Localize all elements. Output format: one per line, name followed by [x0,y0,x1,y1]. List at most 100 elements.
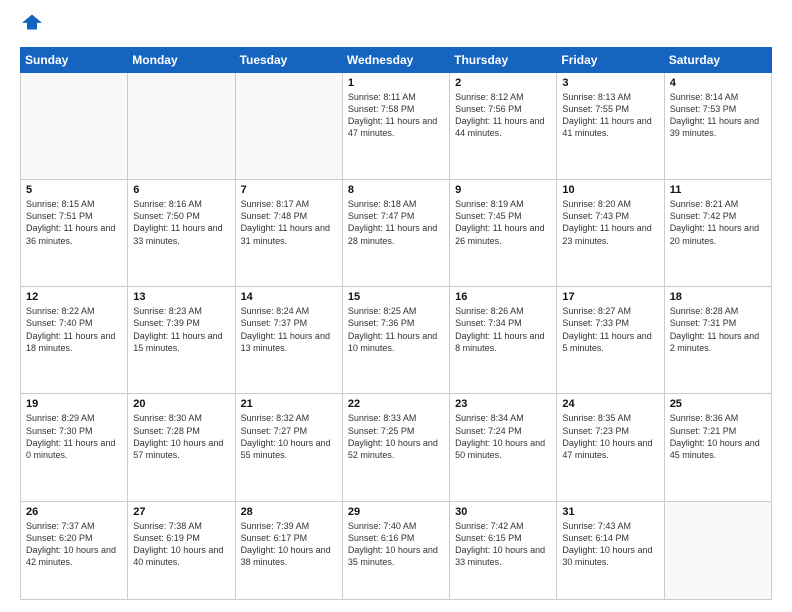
calendar-week-row: 12 Sunrise: 8:22 AMSunset: 7:40 PMDayligh… [21,287,772,394]
weekday-header-saturday: Saturday [664,48,771,73]
day-number: 9 [455,184,551,196]
day-info: Sunrise: 8:26 AMSunset: 7:34 PMDaylight:… [455,305,551,354]
weekday-header-friday: Friday [557,48,664,73]
day-cell-1: 1 Sunrise: 8:11 AMSunset: 7:58 PMDaylight… [342,73,449,180]
day-info: Sunrise: 7:39 AMSunset: 6:17 PMDaylight:… [241,520,337,569]
day-number: 31 [562,506,658,518]
empty-day-cell [664,501,771,599]
day-number: 19 [26,398,122,410]
day-info: Sunrise: 8:27 AMSunset: 7:33 PMDaylight:… [562,305,658,354]
day-info: Sunrise: 8:20 AMSunset: 7:43 PMDaylight:… [562,198,658,247]
day-number: 16 [455,291,551,303]
day-number: 10 [562,184,658,196]
page: SundayMondayTuesdayWednesdayThursdayFrid… [0,0,792,612]
day-number: 1 [348,77,444,89]
day-number: 14 [241,291,337,303]
header [20,16,772,37]
weekday-header-wednesday: Wednesday [342,48,449,73]
day-number: 27 [133,506,229,518]
day-number: 8 [348,184,444,196]
day-cell-15: 15 Sunrise: 8:25 AMSunset: 7:36 PMDayligh… [342,287,449,394]
day-info: Sunrise: 7:42 AMSunset: 6:15 PMDaylight:… [455,520,551,569]
weekday-header-tuesday: Tuesday [235,48,342,73]
day-cell-25: 25 Sunrise: 8:36 AMSunset: 7:21 PMDayligh… [664,394,771,501]
day-cell-5: 5Sunrise: 8:15 AMSunset: 7:51 PMDaylight… [21,180,128,287]
day-cell-7: 7 Sunrise: 8:17 AMSunset: 7:48 PMDaylight… [235,180,342,287]
weekday-header-monday: Monday [128,48,235,73]
day-cell-10: 10 Sunrise: 8:20 AMSunset: 7:43 PMDayligh… [557,180,664,287]
day-number: 18 [670,291,766,303]
logo-icon [22,12,42,32]
day-info: Sunrise: 8:34 AMSunset: 7:24 PMDaylight:… [455,412,551,461]
day-info: Sunrise: 8:12 AMSunset: 7:56 PMDaylight:… [455,91,551,140]
day-info: Sunrise: 8:35 AMSunset: 7:23 PMDaylight:… [562,412,658,461]
day-number: 28 [241,506,337,518]
day-number: 26 [26,506,122,518]
day-cell-29: 29Sunrise: 7:40 AMSunset: 6:16 PMDayligh… [342,501,449,599]
day-info: Sunrise: 7:37 AMSunset: 6:20 PMDaylight:… [26,520,122,569]
empty-day-cell [128,73,235,180]
day-info: Sunrise: 8:22 AMSunset: 7:40 PMDaylight:… [26,305,122,354]
calendar-week-row: 26 Sunrise: 7:37 AMSunset: 6:20 PMDayligh… [21,501,772,599]
day-cell-3: 3Sunrise: 8:13 AMSunset: 7:55 PMDaylight… [557,73,664,180]
day-cell-20: 20 Sunrise: 8:30 AMSunset: 7:28 PMDayligh… [128,394,235,501]
day-info: Sunrise: 8:19 AMSunset: 7:45 PMDaylight:… [455,198,551,247]
day-number: 24 [562,398,658,410]
day-cell-11: 11Sunrise: 8:21 AMSunset: 7:42 PMDayligh… [664,180,771,287]
day-number: 21 [241,398,337,410]
day-number: 6 [133,184,229,196]
day-number: 25 [670,398,766,410]
day-cell-23: 23 Sunrise: 8:34 AMSunset: 7:24 PMDayligh… [450,394,557,501]
day-cell-26: 26 Sunrise: 7:37 AMSunset: 6:20 PMDayligh… [21,501,128,599]
day-number: 2 [455,77,551,89]
day-cell-22: 22Sunrise: 8:33 AMSunset: 7:25 PMDayligh… [342,394,449,501]
day-number: 23 [455,398,551,410]
day-info: Sunrise: 8:24 AMSunset: 7:37 PMDaylight:… [241,305,337,354]
day-number: 13 [133,291,229,303]
day-number: 4 [670,77,766,89]
calendar-week-row: 19Sunrise: 8:29 AMSunset: 7:30 PMDayligh… [21,394,772,501]
day-info: Sunrise: 8:14 AMSunset: 7:53 PMDaylight:… [670,91,766,140]
day-cell-13: 13 Sunrise: 8:23 AMSunset: 7:39 PMDayligh… [128,287,235,394]
day-info: Sunrise: 8:11 AMSunset: 7:58 PMDaylight:… [348,91,444,140]
day-cell-24: 24 Sunrise: 8:35 AMSunset: 7:23 PMDayligh… [557,394,664,501]
day-number: 17 [562,291,658,303]
day-number: 12 [26,291,122,303]
day-number: 3 [562,77,658,89]
calendar-week-row: 1 Sunrise: 8:11 AMSunset: 7:58 PMDaylight… [21,73,772,180]
day-cell-6: 6 Sunrise: 8:16 AMSunset: 7:50 PMDaylight… [128,180,235,287]
day-number: 30 [455,506,551,518]
day-cell-4: 4 Sunrise: 8:14 AMSunset: 7:53 PMDaylight… [664,73,771,180]
day-cell-8: 8 Sunrise: 8:18 AMSunset: 7:47 PMDaylight… [342,180,449,287]
day-cell-2: 2 Sunrise: 8:12 AMSunset: 7:56 PMDaylight… [450,73,557,180]
day-info: Sunrise: 8:33 AMSunset: 7:25 PMDaylight:… [348,412,444,461]
day-cell-21: 21Sunrise: 8:32 AMSunset: 7:27 PMDayligh… [235,394,342,501]
day-number: 20 [133,398,229,410]
day-cell-14: 14 Sunrise: 8:24 AMSunset: 7:37 PMDayligh… [235,287,342,394]
day-info: Sunrise: 8:30 AMSunset: 7:28 PMDaylight:… [133,412,229,461]
day-info: Sunrise: 8:17 AMSunset: 7:48 PMDaylight:… [241,198,337,247]
day-cell-16: 16 Sunrise: 8:26 AMSunset: 7:34 PMDayligh… [450,287,557,394]
day-info: Sunrise: 8:18 AMSunset: 7:47 PMDaylight:… [348,198,444,247]
day-info: Sunrise: 7:40 AMSunset: 6:16 PMDaylight:… [348,520,444,569]
day-cell-18: 18 Sunrise: 8:28 AMSunset: 7:31 PMDayligh… [664,287,771,394]
calendar-table: SundayMondayTuesdayWednesdayThursdayFrid… [20,47,772,600]
day-cell-30: 30 Sunrise: 7:42 AMSunset: 6:15 PMDayligh… [450,501,557,599]
calendar-week-row: 5Sunrise: 8:15 AMSunset: 7:51 PMDaylight… [21,180,772,287]
day-cell-31: 31Sunrise: 7:43 AMSunset: 6:14 PMDayligh… [557,501,664,599]
day-number: 15 [348,291,444,303]
day-number: 7 [241,184,337,196]
day-info: Sunrise: 8:28 AMSunset: 7:31 PMDaylight:… [670,305,766,354]
weekday-header-row: SundayMondayTuesdayWednesdayThursdayFrid… [21,48,772,73]
day-info: Sunrise: 8:23 AMSunset: 7:39 PMDaylight:… [133,305,229,354]
day-number: 5 [26,184,122,196]
day-info: Sunrise: 8:36 AMSunset: 7:21 PMDaylight:… [670,412,766,461]
day-info: Sunrise: 7:38 AMSunset: 6:19 PMDaylight:… [133,520,229,569]
day-info: Sunrise: 8:16 AMSunset: 7:50 PMDaylight:… [133,198,229,247]
empty-day-cell [235,73,342,180]
day-cell-19: 19Sunrise: 8:29 AMSunset: 7:30 PMDayligh… [21,394,128,501]
day-cell-17: 17 Sunrise: 8:27 AMSunset: 7:33 PMDayligh… [557,287,664,394]
day-cell-28: 28 Sunrise: 7:39 AMSunset: 6:17 PMDayligh… [235,501,342,599]
day-info: Sunrise: 8:25 AMSunset: 7:36 PMDaylight:… [348,305,444,354]
day-cell-12: 12 Sunrise: 8:22 AMSunset: 7:40 PMDayligh… [21,287,128,394]
